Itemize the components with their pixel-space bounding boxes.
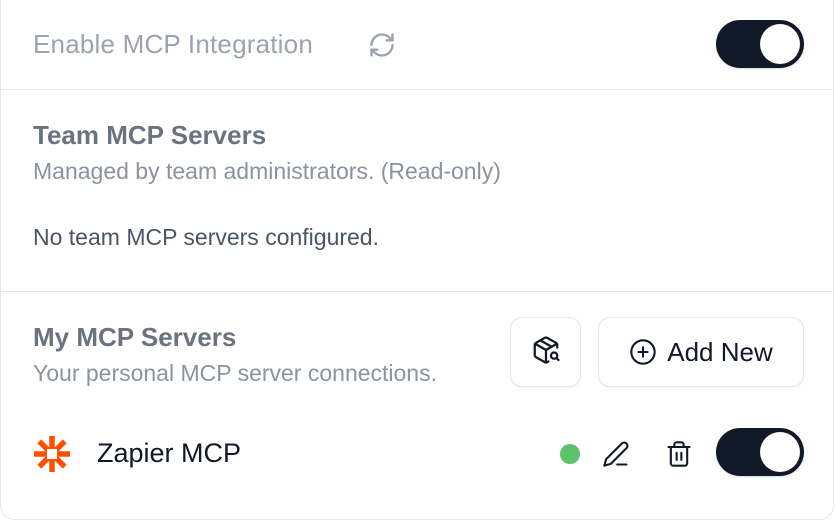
server-row[interactable]: Zapier MCP <box>1 425 833 481</box>
add-new-label: Add New <box>667 336 773 367</box>
server-name: Zapier MCP <box>97 438 242 468</box>
package-search-icon <box>531 335 561 370</box>
edit-icon[interactable] <box>599 437 633 471</box>
toggle-knob <box>760 432 800 472</box>
refresh-icon[interactable] <box>366 29 398 61</box>
team-servers-empty-message: No team MCP servers configured. <box>33 224 379 250</box>
status-indicator <box>560 444 580 464</box>
server-enabled-toggle[interactable] <box>716 428 804 476</box>
team-divider <box>1 291 833 292</box>
add-new-server-button[interactable]: Add New <box>598 317 804 387</box>
zapier-logo-icon <box>33 435 71 473</box>
browse-servers-button[interactable] <box>510 317 581 387</box>
my-servers-title: My MCP Servers <box>33 322 237 352</box>
mcp-integration-header: Enable MCP Integration <box>1 0 833 89</box>
team-servers-subtitle: Managed by team administrators. (Read-on… <box>33 158 501 184</box>
mcp-integration-title: Enable MCP Integration <box>33 29 313 59</box>
toggle-knob <box>760 24 800 64</box>
plus-circle-icon <box>629 338 657 366</box>
team-servers-title: Team MCP Servers <box>33 120 267 150</box>
trash-icon[interactable] <box>662 437 696 471</box>
enable-mcp-toggle[interactable] <box>716 20 804 68</box>
mcp-settings-card: Enable MCP Integration Team MCP Servers … <box>0 0 834 520</box>
my-servers-subtitle: Your personal MCP server connections. <box>33 360 437 386</box>
